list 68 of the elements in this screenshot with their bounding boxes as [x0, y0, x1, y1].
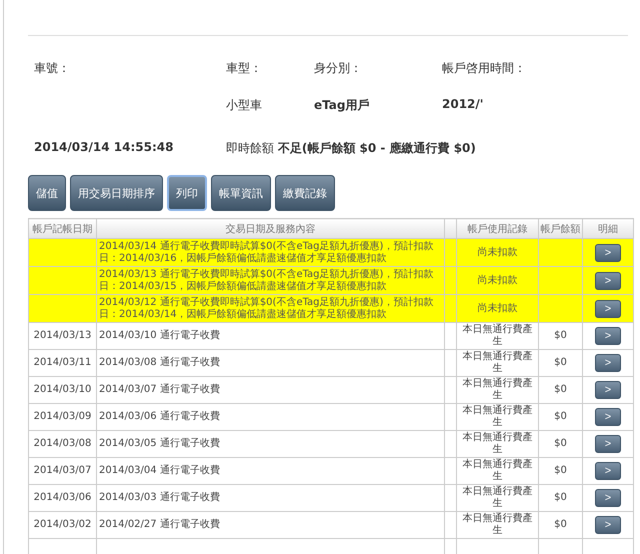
table-cell: $0: [554, 519, 567, 530]
table-cell: 2014/03/06: [34, 492, 92, 503]
table-cell: 2014/03/10: [34, 384, 92, 395]
column-header: 明細: [582, 218, 634, 238]
field-value: 小型車: [226, 97, 263, 114]
table-cell: 尚未扣款: [478, 274, 518, 286]
detail-button[interactable]: >: [595, 244, 621, 262]
table-cell: 尚未扣款: [478, 246, 518, 258]
field-label: 身分別：: [314, 60, 363, 77]
table-cell: 2014/03/13: [34, 330, 92, 341]
action-button[interactable]: 列印: [167, 175, 207, 211]
detail-button[interactable]: >: [595, 489, 621, 507]
table-cell: 2014/03/05 通行電子收費: [99, 438, 220, 449]
table-cell: $0: [554, 357, 567, 368]
detail-button[interactable]: >: [595, 272, 621, 290]
detail-button[interactable]: >: [595, 462, 621, 480]
table-cell: 2014/03/08: [34, 438, 92, 449]
detail-button[interactable]: >: [595, 354, 621, 372]
table-cell: 2014/02/27 通行電子收費: [99, 519, 220, 530]
action-button[interactable]: 繳費記錄: [275, 175, 335, 211]
table-cell: 2014/03/11: [34, 357, 92, 368]
action-button[interactable]: 用交易日期排序: [70, 175, 163, 211]
table-cell: 本日無通行費產生: [462, 405, 532, 428]
action-button[interactable]: 儲值: [28, 175, 66, 211]
table-cell: 本日無通行費產生: [462, 378, 532, 401]
detail-button[interactable]: >: [595, 408, 621, 426]
table-cell: 2014/03/07: [34, 465, 92, 476]
detail-button[interactable]: >: [595, 516, 621, 534]
field-value: eTag用戶: [314, 97, 370, 114]
table-cell: 本日無通行費產生: [462, 513, 532, 536]
detail-button[interactable]: >: [595, 435, 621, 453]
table-cell: 本日無通行費產生: [462, 486, 532, 509]
table-cell: 2014/03/09: [34, 411, 92, 422]
table-cell: 2014/03/12 通行電子收費即時試算$0(不含eTag足額九折優惠)，預計扣款日：2014/03/14，因帳戶餘額偏低請盡速儲值才享足額優惠扣款: [99, 296, 434, 320]
timestamp: 2014/03/14 14:55:48: [34, 140, 174, 156]
column-header: 帳戶記帳日期: [28, 218, 96, 238]
table-cell: 本日無通行費產生: [462, 324, 532, 347]
table-cell: 2014/03/02: [34, 519, 92, 530]
column-header: 交易日期及服務內容: [96, 218, 444, 238]
table-cell: 2014/03/07 通行電子收費: [99, 384, 220, 395]
table-cell: 2014/03/10 通行電子收費: [99, 330, 220, 341]
field-label: 帳戶啓用時間：: [442, 60, 527, 77]
table-cell: 尚未扣款: [478, 302, 518, 314]
field-label: 車型：: [226, 60, 263, 77]
table-cell: $0: [554, 411, 567, 422]
column-header: 帳戶餘額: [538, 218, 582, 238]
field-value: 2012/': [442, 97, 484, 113]
table-cell: $0: [554, 492, 567, 503]
column-header: 帳戶使用記錄: [456, 218, 538, 238]
detail-button[interactable]: >: [595, 381, 621, 399]
table-cell: 2014/03/14 通行電子收費即時試算$0(不含eTag足額九折優惠)，預計扣款日：2014/03/16，因帳戶餘額偏低請盡速儲值才享足額優惠扣款: [99, 240, 434, 264]
table-cell: 2014/03/08 通行電子收費: [99, 357, 220, 368]
table-cell: $0: [554, 330, 567, 341]
table-cell: 本日無通行費產生: [462, 351, 532, 374]
table-cell: 2014/03/06 通行電子收費: [99, 411, 220, 422]
detail-button[interactable]: >: [595, 300, 621, 318]
table-cell: $0: [554, 465, 567, 476]
balance-status: 即時餘額 不足(帳戶餘額 $0 - 應繳通行費 $0): [226, 140, 476, 157]
table-cell: 本日無通行費產生: [462, 459, 532, 482]
table-cell: 2014/03/04 通行電子收費: [99, 465, 220, 476]
table-cell: 2014/03/03 通行電子收費: [99, 492, 220, 503]
table-cell: $0: [554, 438, 567, 449]
detail-button[interactable]: >: [595, 327, 621, 345]
table-cell: $0: [554, 384, 567, 395]
field-label: 車號：: [34, 60, 71, 77]
table-cell: 2014/03/13 通行電子收費即時試算$0(不含eTag足額九折優惠)，預計扣款日：2014/03/15，因帳戶餘額偏低請盡速儲值才享足額優惠扣款: [99, 268, 434, 292]
action-button[interactable]: 帳單資訊: [211, 175, 271, 211]
table-cell: 本日無通行費產生: [462, 432, 532, 455]
